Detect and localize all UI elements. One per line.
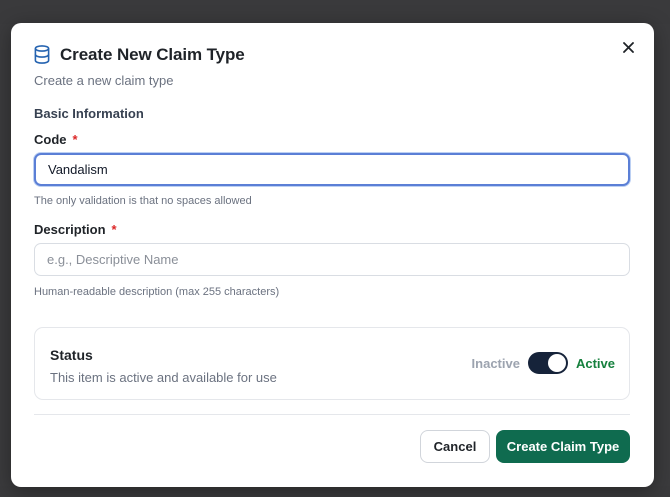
toggle-knob (547, 354, 566, 372)
create-claim-type-button[interactable]: Create Claim Type (496, 430, 630, 463)
description-input[interactable] (34, 243, 630, 276)
inactive-label: Inactive (471, 355, 520, 371)
description-label: Description * (34, 222, 117, 237)
backdrop (0, 0, 670, 24)
status-toggle[interactable] (527, 352, 568, 374)
description-help-text: Human-readable description (max 255 char… (34, 286, 280, 298)
dialog-title: Create New Claim Type (60, 45, 245, 64)
status-title: Status (50, 347, 93, 363)
close-button[interactable] (620, 39, 636, 55)
status-description: This item is active and available for us… (50, 370, 277, 385)
dialog-subtitle: Create a new claim type (34, 73, 174, 88)
cancel-button[interactable]: Cancel (420, 430, 490, 463)
required-marker: * (72, 132, 78, 147)
code-label: Code * (34, 132, 78, 147)
dialog-header: Create New Claim Type (34, 45, 245, 65)
footer-divider (34, 414, 630, 415)
database-icon (34, 45, 52, 65)
description-label-text: Description (34, 222, 106, 237)
status-toggle-group: Inactive Active (472, 352, 615, 374)
close-icon (622, 41, 634, 53)
code-input[interactable] (34, 153, 630, 186)
required-marker: * (111, 222, 117, 237)
active-label: Active (575, 355, 615, 371)
code-help-text: The only validation is that no spaces al… (34, 195, 252, 207)
create-claim-type-dialog: Create New Claim Type Create a new claim… (11, 23, 654, 487)
code-label-text: Code (34, 132, 67, 147)
section-label-basic-information: Basic Information (34, 106, 144, 121)
status-card: Status This item is active and available… (34, 327, 630, 400)
backdrop-bottom (0, 486, 670, 497)
